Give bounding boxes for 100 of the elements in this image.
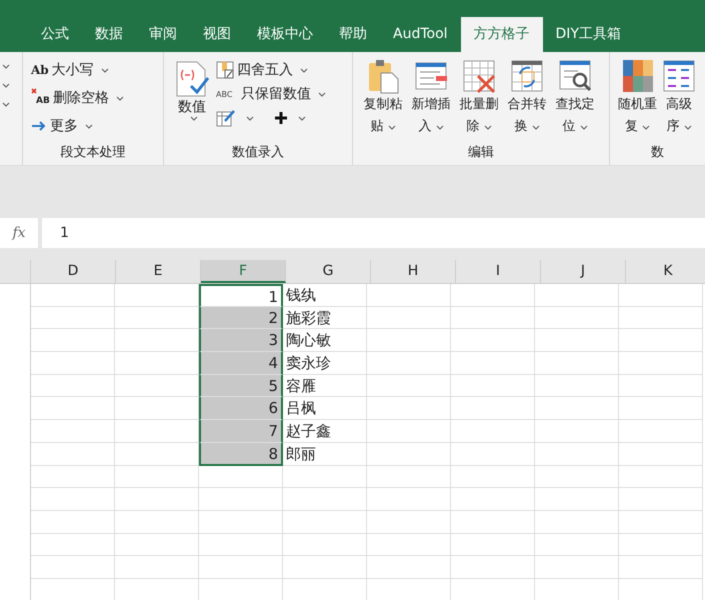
ribbon-button[interactable]: Ab 大小写 [31,58,155,82]
chevron-down-icon[interactable] [684,124,692,130]
ribbon-tab[interactable]: 数据 [82,17,136,52]
chevron-down-icon[interactable] [532,124,540,130]
button-label: 四舍五入 [237,61,293,79]
ribbon-button[interactable]: 高级 序 [661,52,697,143]
table-cell: 1 [199,284,283,307]
ribbon-tab[interactable]: AudTool [380,17,461,52]
button-label: 大小写 [52,61,94,79]
abc-label: ABC [216,90,234,98]
ribbon-button[interactable]: 查找定 位 [553,52,597,143]
ribbon-tab[interactable]: 公式 [28,17,82,52]
chevron-down-icon[interactable] [246,116,254,120]
table-percent-icon [216,61,234,79]
ribbon-button[interactable]: 新增插 入 [409,52,453,143]
ribbon-tab[interactable]: 审阅 [136,17,190,52]
button-label: 位 [562,118,576,136]
arrow-right-icon [31,119,47,133]
table-cell: 陶心敏 [283,329,367,352]
button-label: 除 [466,118,480,136]
ribbon-button[interactable]: 更多 [31,114,155,138]
table-pen-icon[interactable] [216,109,236,127]
chevron-down-icon[interactable] [580,124,588,130]
button-label: 序 [666,118,680,136]
ribbon-tab[interactable]: 模板中心 [244,17,326,52]
formula-input[interactable]: 1 [42,218,705,248]
chevron-down-icon[interactable] [388,124,396,130]
group-label: 数值录入 [231,144,285,162]
chevron-down-icon[interactable] [2,102,10,107]
ribbon-button[interactable]: 四舍五入 [216,58,326,82]
group-label: 段文本处理 [60,144,126,162]
ribbon-tab[interactable]: 视图 [190,17,244,52]
button-label: 复 [625,118,638,136]
ribbon-button[interactable]: 批量删 除 [457,52,501,143]
button-label: 只保留数值 [241,85,311,103]
table-cell: 钱纨 [283,284,367,307]
table-search-icon [558,58,592,94]
table-cell: 3 [199,329,283,352]
button-label: 更多 [50,117,78,135]
clipboard-icon [366,58,400,94]
table-delete-icon [462,58,496,94]
column-header[interactable]: H [371,260,456,283]
ribbon-button[interactable]: ABC 只保留数值 [216,82,326,106]
button-label: 贴 [370,118,384,136]
column-header[interactable]: G [286,260,371,283]
ribbon-button[interactable]: 复制粘 贴 [361,52,405,143]
chevron-down-icon[interactable] [300,68,308,72]
button-label: 入 [418,118,432,136]
chevron-down-icon[interactable] [2,83,10,88]
ribbon-button[interactable]: 随机重 复 [618,52,657,143]
column-header[interactable]: F [201,260,286,283]
table-cell: 吕枫 [283,397,367,420]
table-cell: 容雁 [283,374,367,398]
ribbon-button[interactable]: 合并转 换 [505,52,549,143]
ribbon-button[interactable]: AB 删除空格 [31,86,155,110]
table-cell: 6 [199,397,283,420]
case-label: AB [36,96,50,106]
color-grid-icon [620,58,654,94]
group-label: 数 [650,144,665,162]
chevron-down-icon[interactable] [484,124,492,130]
chevron-down-icon[interactable] [2,64,10,69]
ribbon-tab[interactable]: 方方格子 [460,17,543,52]
group-label: 编辑 [467,144,495,162]
case-label: Ab [31,63,49,77]
chevron-down-icon[interactable] [318,92,326,96]
chevron-down-icon[interactable] [190,116,198,121]
chevron-down-icon[interactable] [436,124,444,130]
column-header[interactable]: D [31,260,116,283]
table-cell: 施彩霞 [283,306,367,330]
column-header[interactable]: J [541,260,626,283]
delete-x-icon [31,88,37,94]
table-cell: 4 [199,352,283,375]
table-swap-icon [510,58,544,94]
table-cell: 2 [199,306,283,330]
table-cell: 7 [199,420,283,443]
button-label: 删除空格 [52,89,109,107]
chevron-down-icon[interactable] [298,116,306,120]
table-cell: 赵子鑫 [283,420,367,443]
chevron-down-icon[interactable] [100,68,109,72]
table-cell: 5 [199,374,283,398]
number-button[interactable]: 数值 [172,52,212,143]
button-label: 数值 [178,98,206,116]
button-label: 合并转 [508,96,546,114]
table-cell: 8 [199,442,283,466]
button-label: 随机重 [618,96,657,114]
button-label: 换 [514,118,528,136]
ribbon-tab[interactable]: 帮助 [326,17,380,52]
chevron-down-icon[interactable] [85,124,93,128]
button-label: 查找定 [556,96,594,114]
chevron-down-icon[interactable] [642,124,650,130]
column-header[interactable]: I [456,260,541,283]
button-label: 新增插 [412,96,450,114]
table-cell: 郎丽 [283,442,367,466]
plus-icon[interactable] [274,111,288,125]
column-header[interactable]: K [626,260,705,283]
button-label: 复制粘 [364,96,402,114]
ribbon-tab[interactable]: DIY工具箱 [542,17,634,52]
document-check-icon [174,60,210,98]
function-button[interactable]: fx [0,218,38,248]
chevron-down-icon[interactable] [116,96,124,100]
